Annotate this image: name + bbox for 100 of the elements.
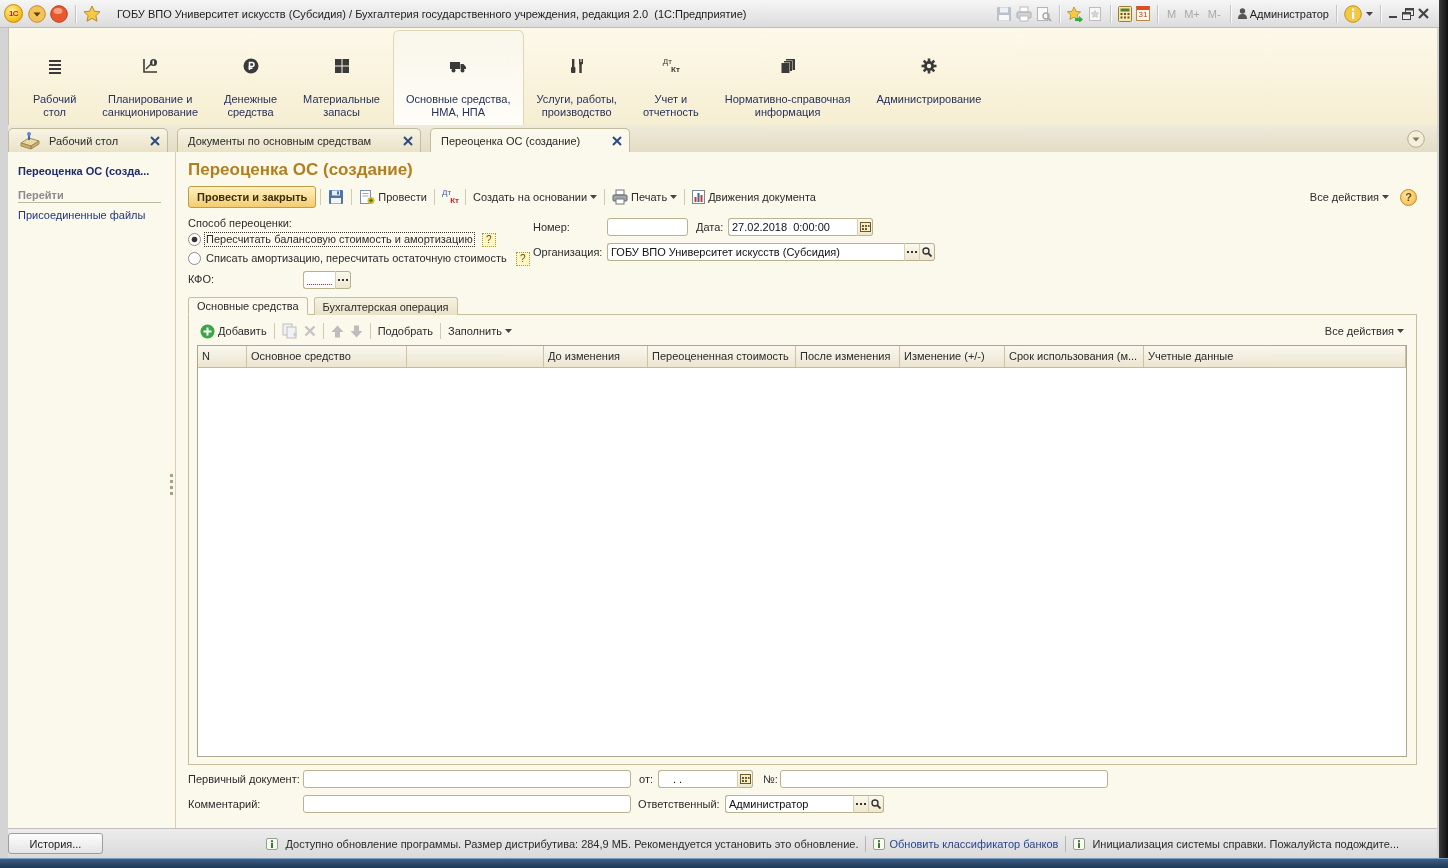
caret-icon	[590, 195, 598, 199]
section-button[interactable]: Дт Кт Учет и отчетность	[629, 30, 712, 125]
search-button[interactable]	[869, 795, 884, 813]
caret-icon	[670, 195, 678, 199]
section-button[interactable]: Материальные запасы	[290, 30, 393, 125]
help-button[interactable]: ?	[1400, 188, 1417, 206]
caret-icon	[1397, 329, 1404, 333]
section-button[interactable]: Рабочий стол	[20, 30, 90, 125]
radio-label[interactable]: Пересчитать балансовую стоимость и амортизацию	[205, 233, 474, 246]
column-header: Переоцененная стоимость	[648, 346, 796, 367]
tools-icon	[568, 58, 585, 74]
restore-icon[interactable]	[1402, 7, 1414, 20]
debit-credit-mark: Дт Кт	[662, 58, 679, 74]
organization-field[interactable]: ГОБУ ВПО Университет искусств (Субсидия)	[607, 243, 905, 261]
section-button[interactable]: Администрирование	[863, 30, 995, 125]
field-label: КФО:	[188, 273, 215, 286]
form-tab[interactable]: Основные средства	[188, 297, 308, 315]
column-header: N	[198, 346, 247, 367]
window-tab[interactable]: Переоценка ОС (создание)	[430, 128, 631, 152]
document-field[interactable]	[303, 770, 631, 788]
create-based-on-button[interactable]: Создать на основании	[469, 186, 601, 208]
select-button[interactable]	[905, 243, 920, 261]
chart-coin-icon	[142, 58, 159, 74]
responsible-field[interactable]: Администратор	[725, 795, 854, 813]
dropdown-icon[interactable]	[1407, 129, 1425, 148]
close-icon[interactable]	[612, 135, 623, 146]
search-icon	[922, 247, 932, 257]
search-icon	[871, 799, 881, 809]
nav-link[interactable]: Присоединенные файлы	[18, 209, 161, 221]
preview-icon[interactable]	[1036, 5, 1053, 22]
status-link[interactable]: Обновить классификатор банков	[889, 837, 1059, 850]
radio-button[interactable]	[188, 252, 201, 265]
star-page-icon[interactable]	[1087, 5, 1104, 22]
section-button[interactable]: Услуги, работы, производство	[523, 30, 630, 125]
column-header: Срок использования (м...	[1005, 346, 1144, 367]
kfo-field[interactable]	[303, 270, 336, 289]
calendar-button[interactable]	[858, 218, 873, 236]
printer-icon	[612, 189, 629, 205]
print-button[interactable]: Печать	[609, 186, 681, 208]
splitter-grip-icon	[170, 474, 173, 495]
info-icon	[1073, 837, 1086, 850]
info-icon	[266, 837, 279, 850]
dropdown-icon[interactable]	[28, 4, 46, 23]
history-button[interactable]: История...	[8, 833, 103, 854]
section-button[interactable]: Планирование и санкционирование	[89, 30, 211, 125]
entries-button[interactable]: Дт Кт	[438, 186, 461, 208]
field-label: Номер:	[533, 220, 571, 234]
search-button[interactable]	[920, 243, 935, 261]
hint-button[interactable]: ?	[515, 251, 530, 266]
post-button[interactable]: Провести	[356, 186, 430, 208]
documents-icon	[779, 58, 796, 74]
number-field[interactable]	[607, 218, 688, 236]
section-button[interactable]: Нормативно-справочная информация	[711, 30, 864, 125]
all-actions-button[interactable]: Все действия	[1321, 320, 1407, 342]
caret-icon	[1382, 195, 1389, 199]
window-tab[interactable]: Рабочий стол	[8, 128, 169, 152]
grid-icon	[333, 58, 350, 74]
form-tab[interactable]: Бухгалтерская операция	[313, 297, 458, 315]
add-button[interactable]: Добавить	[197, 320, 270, 342]
date-field[interactable]: 27.02.2018 0:00:00	[728, 218, 858, 236]
plus-circle-icon	[200, 323, 215, 339]
section-button[interactable]: Основные средства, НМА, НПА	[392, 30, 524, 125]
nav-group-heading: Перейти	[18, 189, 161, 203]
calendar-button[interactable]: 31	[1136, 6, 1151, 21]
orb-icon[interactable]	[50, 4, 68, 23]
status-message: Инициализация системы справки. Пожалуйста подождите...	[1092, 837, 1399, 850]
document-number-field[interactable]	[780, 770, 1108, 788]
user-button[interactable]: Администратор	[1237, 4, 1329, 23]
fill-button[interactable]: Заполнить	[445, 320, 516, 342]
all-actions-button[interactable]: Все действия	[1306, 186, 1392, 208]
select-button[interactable]	[336, 270, 351, 289]
field-label: Способ переоценки:	[188, 217, 293, 230]
info-icon[interactable]	[1344, 4, 1362, 23]
post-and-close-button[interactable]: Провести и закрыть	[188, 186, 317, 208]
close-icon[interactable]	[403, 135, 414, 146]
document-date-field[interactable]: . .	[658, 770, 738, 788]
radio-button[interactable]	[188, 233, 201, 246]
radio-label[interactable]: Списать амортизацию, пересчитать остаточную стоимость	[205, 252, 508, 265]
hint-button[interactable]: ?	[481, 232, 496, 247]
field-label: Дата:	[696, 220, 725, 234]
star-icon[interactable]	[83, 4, 101, 23]
pick-button[interactable]: Подобрать	[374, 320, 436, 342]
list-icon	[46, 58, 63, 74]
star-arrow-icon[interactable]	[1067, 5, 1084, 22]
field-label: Организация:	[533, 245, 604, 259]
calendar-button[interactable]	[738, 770, 753, 788]
close-icon[interactable]	[1418, 8, 1429, 19]
close-icon[interactable]	[150, 135, 161, 146]
calculator-icon[interactable]	[1118, 5, 1133, 22]
desk-lamp-icon	[19, 131, 41, 150]
calendar-icon	[859, 222, 871, 232]
logo[interactable]: 1С	[4, 4, 23, 23]
select-button[interactable]	[854, 795, 869, 813]
ellipsis-icon	[338, 278, 348, 281]
section-button[interactable]: Денежные средства	[211, 30, 291, 125]
comment-field[interactable]	[303, 795, 631, 813]
field-label: Комментарий:	[188, 797, 262, 811]
window-tab[interactable]: Документы по основным средствам	[177, 128, 422, 152]
settings-icon	[920, 58, 937, 74]
movements-button[interactable]: Движения документа	[689, 186, 819, 208]
